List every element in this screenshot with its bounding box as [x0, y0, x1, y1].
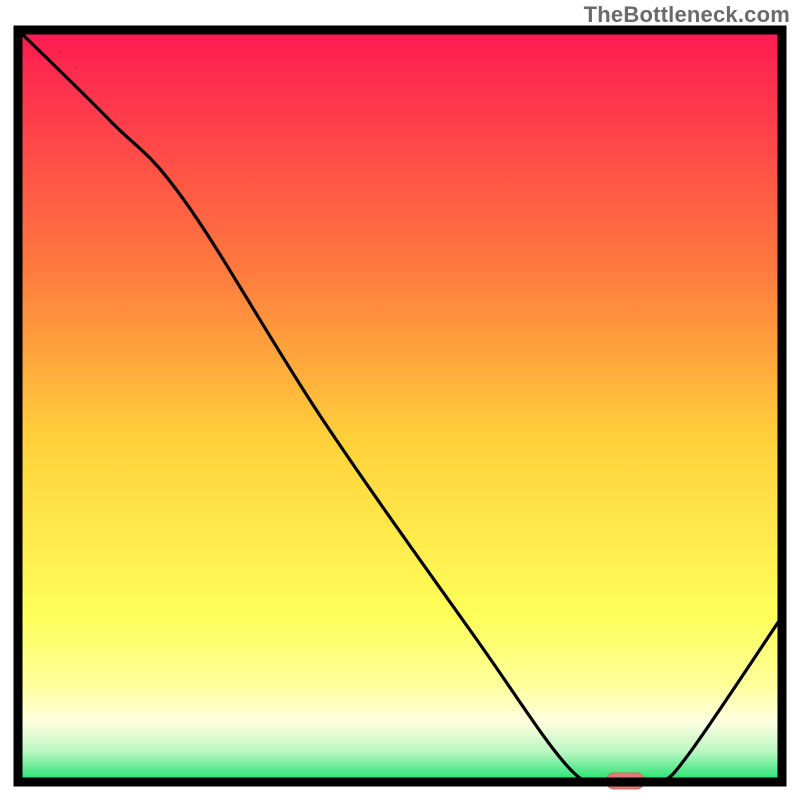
- bottleneck-chart: [0, 0, 800, 800]
- chart-stage: TheBottleneck.com: [0, 0, 800, 800]
